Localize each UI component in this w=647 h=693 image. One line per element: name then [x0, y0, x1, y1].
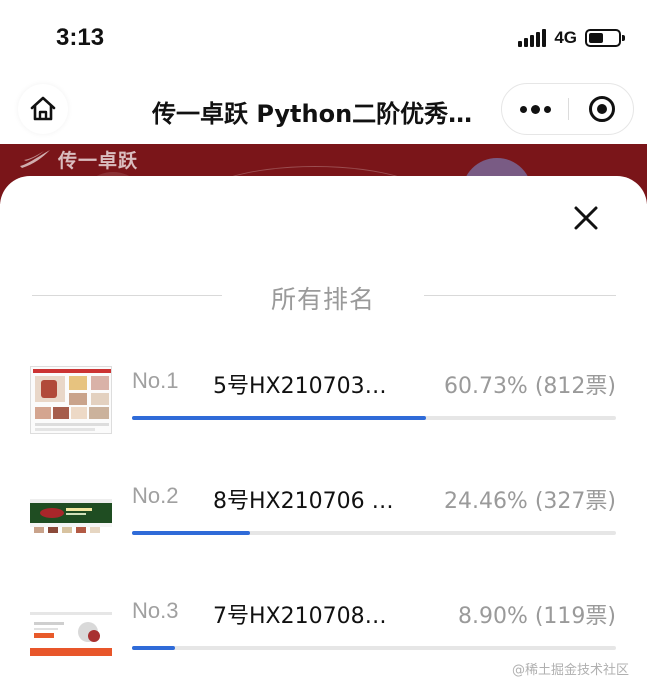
vote-progress-track: [132, 646, 616, 650]
rank-number: No.2: [132, 483, 179, 508]
section-title: 所有排名: [270, 285, 375, 314]
rank-number: No.1: [132, 368, 179, 393]
ranking-item[interactable]: No.1 5号HX210703… 60.73% (812票): [0, 366, 647, 458]
entry-thumbnail: [30, 499, 112, 535]
status-bar: 3:13 4G: [0, 0, 647, 78]
vote-stat: 8.90% (119票): [457, 604, 616, 629]
ranking-item[interactable]: No.2 8号HX210706 … 24.46% (327票): [0, 483, 647, 573]
status-indicators: 4G: [518, 27, 625, 49]
vote-progress-fill: [132, 646, 176, 650]
exit-miniprogram-button[interactable]: [569, 84, 635, 134]
page-title: 传一卓跃 Python二阶优秀…: [152, 100, 473, 128]
entry-name: 5号HX210703…: [213, 374, 387, 399]
rankings-sheet: 所有排名 No.1 5号HX210703… 60.73% (812票) No.2…: [0, 176, 647, 693]
entry-thumbnail: [30, 612, 112, 656]
close-icon: [574, 206, 598, 230]
home-button[interactable]: [18, 84, 68, 134]
entry-name: 7号HX210708…: [213, 604, 387, 629]
nav-bar: 传一卓跃 Python二阶优秀…: [0, 78, 647, 144]
entry-thumbnail: [30, 366, 112, 434]
watermark: @稀土掘金技术社区: [511, 663, 629, 678]
divider: [32, 295, 222, 296]
more-icon: [519, 105, 527, 113]
close-button[interactable]: [566, 198, 606, 238]
vote-stat: 60.73% (812票): [443, 374, 616, 399]
vote-progress-track: [132, 531, 616, 535]
miniprogram-capsule: [501, 83, 634, 135]
signal-icon: [518, 29, 547, 47]
entry-name: 8号HX210706 …: [213, 489, 394, 514]
home-icon: [30, 96, 56, 121]
more-button[interactable]: [502, 84, 568, 134]
banner-logo: 传一卓跃: [18, 146, 138, 172]
logo-swoosh-icon: [20, 150, 50, 168]
divider: [424, 295, 616, 296]
status-time: 3:13: [56, 24, 105, 51]
banner-logo-text: 传一卓跃: [58, 149, 139, 172]
section-header: 所有排名: [32, 280, 616, 314]
battery-icon: [585, 29, 625, 47]
rank-number: No.3: [132, 598, 179, 623]
vote-progress-fill: [132, 416, 426, 420]
vote-stat: 24.46% (327票): [443, 489, 616, 514]
vote-progress-fill: [132, 531, 251, 535]
vote-progress-track: [132, 416, 616, 420]
network-label: 4G: [554, 28, 577, 47]
target-icon: [589, 96, 615, 122]
